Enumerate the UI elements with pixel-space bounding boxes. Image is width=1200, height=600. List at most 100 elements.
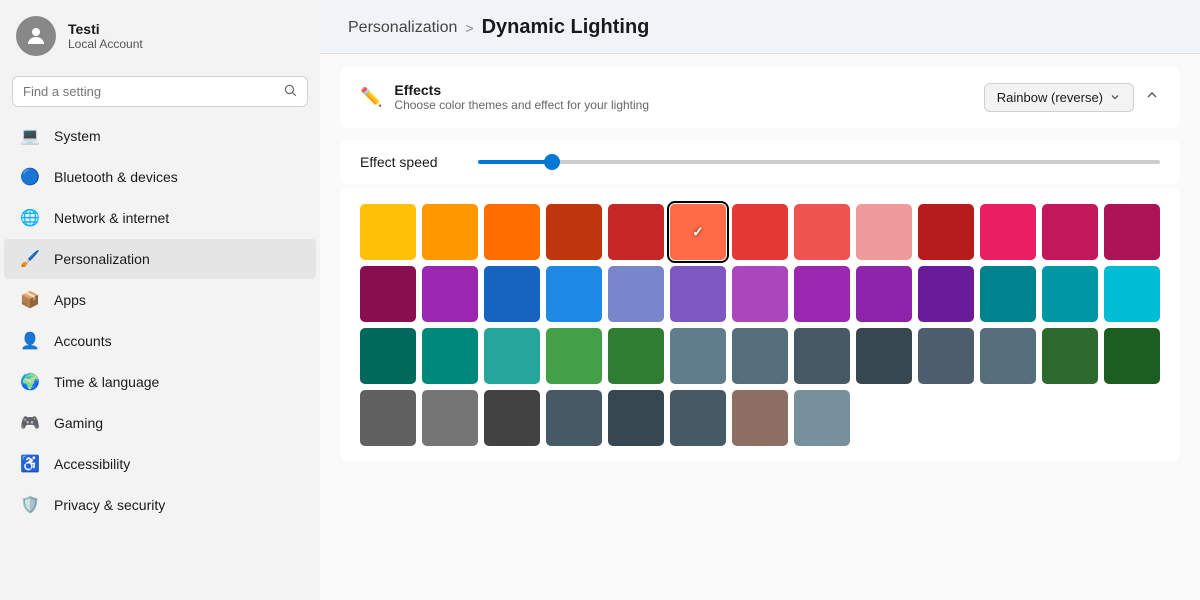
user-name: Testi: [68, 21, 143, 37]
sidebar-item-label-personalization: Personalization: [54, 251, 150, 267]
content-area: ✏️ Effects Choose color themes and effec…: [320, 54, 1200, 600]
search-box[interactable]: [12, 76, 308, 107]
color-swatch[interactable]: [484, 390, 540, 446]
color-swatch[interactable]: [1042, 204, 1098, 260]
page-header: Personalization > Dynamic Lighting: [320, 0, 1200, 54]
color-grid: [360, 204, 1160, 446]
main-content: Personalization > Dynamic Lighting ✏️ Ef…: [320, 0, 1200, 600]
color-swatch[interactable]: [732, 266, 788, 322]
avatar[interactable]: [16, 16, 56, 56]
color-swatch[interactable]: [360, 390, 416, 446]
color-swatch[interactable]: [608, 266, 664, 322]
sidebar-item-accessibility[interactable]: ♿Accessibility: [4, 444, 316, 484]
color-swatch[interactable]: [546, 328, 602, 384]
color-swatch[interactable]: [422, 204, 478, 260]
sidebar-item-label-system: System: [54, 128, 101, 144]
color-swatch[interactable]: [484, 266, 540, 322]
sidebar-item-time[interactable]: 🌍Time & language: [4, 362, 316, 402]
color-swatch[interactable]: [608, 204, 664, 260]
sidebar-item-accounts[interactable]: 👤 Accounts: [4, 321, 316, 361]
accounts-icon: 👤: [20, 331, 40, 351]
sidebar-item-label-accounts: Accounts: [54, 333, 112, 349]
color-swatch[interactable]: [360, 266, 416, 322]
color-swatch[interactable]: [360, 204, 416, 260]
color-swatch[interactable]: [670, 204, 726, 260]
color-swatch[interactable]: [670, 328, 726, 384]
color-swatch[interactable]: [732, 390, 788, 446]
color-swatch[interactable]: [422, 266, 478, 322]
color-swatch[interactable]: [856, 204, 912, 260]
sidebar-item-bluetooth[interactable]: 🔵Bluetooth & devices: [4, 157, 316, 197]
sidebar: Testi Local Account 💻 System 🔵Bluetooth & …: [0, 0, 320, 600]
bluetooth-icon: 🔵: [20, 167, 40, 187]
breadcrumb-parent: Personalization: [348, 19, 457, 37]
search-input[interactable]: [23, 84, 275, 99]
network-icon: 🌐: [20, 208, 40, 228]
user-info: Testi Local Account: [68, 21, 143, 51]
color-grid-section: [340, 188, 1180, 462]
color-swatch[interactable]: [856, 266, 912, 322]
search-icon: [283, 83, 297, 100]
color-swatch[interactable]: [918, 266, 974, 322]
color-swatch[interactable]: [484, 204, 540, 260]
sidebar-item-label-gaming: Gaming: [54, 415, 103, 431]
privacy-icon: 🛡️: [20, 495, 40, 515]
chevron-up-icon: [1144, 87, 1160, 103]
color-swatch[interactable]: [1042, 328, 1098, 384]
system-icon: 💻: [20, 126, 40, 146]
color-swatch[interactable]: [1104, 266, 1160, 322]
effects-text: Effects Choose color themes and effect f…: [394, 82, 649, 112]
color-swatch[interactable]: [1042, 266, 1098, 322]
sidebar-item-apps[interactable]: 📦 Apps: [4, 280, 316, 320]
color-swatch[interactable]: [608, 328, 664, 384]
effects-dropdown-value: Rainbow (reverse): [997, 90, 1103, 105]
breadcrumb: Personalization > Dynamic Lighting: [348, 16, 1172, 39]
color-swatch[interactable]: [360, 328, 416, 384]
effects-title: Effects: [394, 82, 649, 98]
color-swatch[interactable]: [670, 390, 726, 446]
effects-section: ✏️ Effects Choose color themes and effec…: [340, 66, 1180, 128]
gaming-icon: 🎮: [20, 413, 40, 433]
color-swatch[interactable]: [980, 266, 1036, 322]
color-swatch[interactable]: [608, 390, 664, 446]
color-swatch[interactable]: [546, 390, 602, 446]
effects-header: ✏️ Effects Choose color themes and effec…: [360, 82, 1160, 112]
sidebar-item-label-apps: Apps: [54, 292, 86, 308]
color-swatch[interactable]: [484, 328, 540, 384]
sidebar-item-system[interactable]: 💻 System: [4, 116, 316, 156]
sidebar-item-privacy[interactable]: 🛡️ Privacy & security: [4, 485, 316, 525]
color-swatch[interactable]: [1104, 328, 1160, 384]
color-swatch[interactable]: [980, 328, 1036, 384]
speed-slider[interactable]: [478, 160, 1160, 164]
color-swatch[interactable]: [546, 204, 602, 260]
sidebar-item-network[interactable]: 🌐 Network & internet: [4, 198, 316, 238]
color-swatch[interactable]: [732, 204, 788, 260]
collapse-button[interactable]: [1144, 87, 1160, 108]
chevron-down-icon: [1109, 91, 1121, 103]
color-swatch[interactable]: [794, 204, 850, 260]
color-swatch[interactable]: [422, 390, 478, 446]
color-swatch[interactable]: [918, 328, 974, 384]
color-swatch[interactable]: [732, 328, 788, 384]
color-swatch[interactable]: [794, 328, 850, 384]
sidebar-item-label-privacy: Privacy & security: [54, 497, 165, 513]
sidebar-item-gaming[interactable]: 🎮 Gaming: [4, 403, 316, 443]
user-subtitle: Local Account: [68, 37, 143, 51]
color-swatch[interactable]: [546, 266, 602, 322]
sidebar-item-label-network: Network & internet: [54, 210, 169, 226]
sidebar-item-personalization[interactable]: 🖌️Personalization: [4, 239, 316, 279]
color-swatch[interactable]: [670, 266, 726, 322]
color-swatch[interactable]: [794, 266, 850, 322]
color-swatch[interactable]: [980, 204, 1036, 260]
speed-row: Effect speed: [340, 140, 1180, 184]
color-swatch[interactable]: [422, 328, 478, 384]
apps-icon: 📦: [20, 290, 40, 310]
time-icon: 🌍: [20, 372, 40, 392]
effects-title-area: ✏️ Effects Choose color themes and effec…: [360, 82, 649, 112]
color-swatch[interactable]: [918, 204, 974, 260]
color-swatch[interactable]: [794, 390, 850, 446]
effects-dropdown[interactable]: Rainbow (reverse): [984, 83, 1134, 112]
color-swatch[interactable]: [856, 328, 912, 384]
slider-container: [478, 160, 1160, 164]
color-swatch[interactable]: [1104, 204, 1160, 260]
